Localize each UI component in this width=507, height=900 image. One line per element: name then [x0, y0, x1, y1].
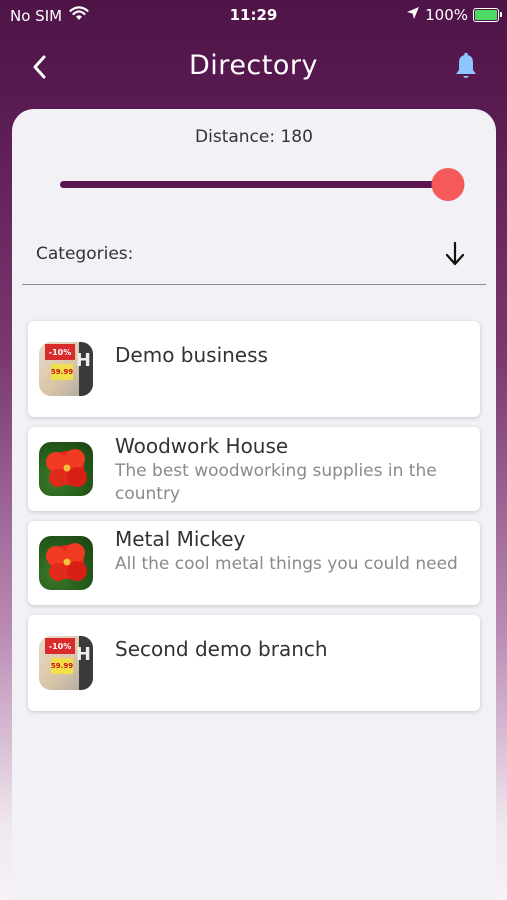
categories-dropdown[interactable]: Categories: [22, 231, 486, 285]
list-item[interactable]: Metal Mickey All the cool metal things y… [28, 521, 480, 605]
list-item[interactable]: Woodwork House The best woodworking supp… [28, 427, 480, 511]
list-item[interactable]: -10% 59.99 H Demo business [28, 321, 480, 417]
distance-slider[interactable] [60, 167, 465, 201]
list-item[interactable]: -10% 59.99 H Second demo branch [28, 615, 480, 711]
business-image [39, 442, 93, 496]
business-name: Demo business [115, 343, 268, 367]
business-name: Woodwork House [115, 434, 289, 458]
battery-icon [473, 8, 502, 22]
directory-panel: Distance: 180 Categories: -10% 59.99 H Dem… [12, 109, 496, 900]
business-image: -10% 59.99 H [39, 636, 93, 690]
business-name: Second demo branch [115, 637, 328, 661]
notifications-button[interactable] [451, 50, 481, 84]
categories-label: Categories: [36, 244, 134, 264]
slider-thumb[interactable] [431, 168, 465, 201]
location-arrow-icon [406, 6, 420, 24]
business-name: Metal Mickey [115, 527, 246, 551]
status-bar: No SIM 11:29 100% [0, 0, 507, 32]
business-description: The best woodworking supplies in the cou… [115, 461, 437, 504]
business-image [39, 536, 93, 590]
battery-percent: 100% [425, 6, 468, 24]
app-header: Directory [0, 36, 507, 96]
business-list: -10% 59.99 H Demo business Woodwork House … [28, 321, 480, 721]
bell-icon [456, 52, 476, 78]
status-right: 100% [406, 6, 502, 24]
arrow-down-icon [445, 241, 465, 266]
business-image: -10% 59.99 H [39, 342, 93, 396]
page-title: Directory [189, 50, 318, 81]
business-description: All the cool metal things you could need [115, 554, 458, 574]
distance-label: Distance: 180 [195, 127, 313, 147]
slider-fill [60, 181, 448, 188]
